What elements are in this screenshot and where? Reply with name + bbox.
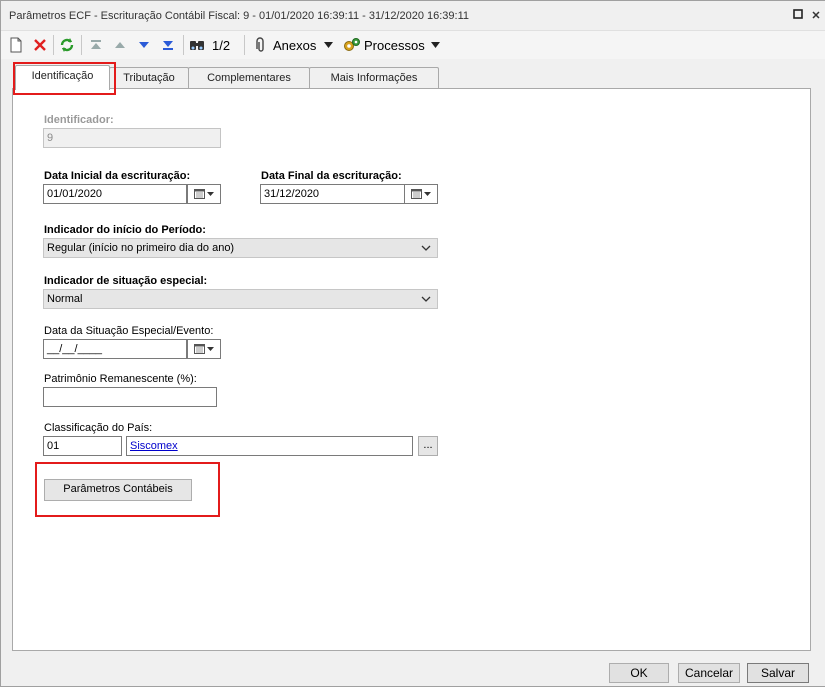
data-situacao-calendar-button[interactable] — [187, 339, 221, 359]
data-inicial-calendar-button[interactable] — [187, 184, 221, 204]
chevron-down-icon — [424, 192, 431, 196]
ok-button[interactable]: OK — [609, 663, 669, 683]
indicador-inicio-select[interactable]: Regular (início no primeiro dia do ano) — [43, 238, 438, 258]
highlight-tab-box — [13, 62, 116, 95]
save-button[interactable]: Salvar — [747, 663, 809, 683]
restore-icon[interactable] — [791, 9, 805, 23]
window-title: Parâmetros ECF - Escrituração Contábil F… — [9, 10, 470, 22]
data-final-field[interactable]: 31/12/2020 — [260, 184, 405, 204]
chevron-down-icon — [421, 245, 431, 251]
toolbar: 1/2 Anexos Processos — [1, 31, 826, 59]
title-bar: Parâmetros ECF - Escrituração Contábil F… — [1, 1, 826, 31]
classificacao-description-field: Siscomex — [126, 436, 413, 456]
tab-label: Tributação — [123, 72, 175, 84]
processes-menu[interactable]: Processos — [364, 35, 425, 55]
tab-label: Mais Informações — [330, 72, 418, 84]
data-inicial-label: Data Inicial da escrituração: — [44, 170, 191, 182]
data-inicial-field[interactable]: 01/01/2020 — [43, 184, 187, 204]
identificador-label: Identificador: — [44, 114, 114, 126]
data-final-label: Data Final da escrituração: — [261, 170, 402, 182]
data-final-calendar-button[interactable] — [404, 184, 438, 204]
classificacao-lookup-button[interactable]: ... — [418, 436, 438, 456]
previous-record-icon[interactable] — [113, 35, 127, 55]
processes-dropdown-icon[interactable] — [431, 35, 440, 55]
first-record-icon[interactable] — [89, 35, 103, 55]
tab-panel-identificacao: Identificador: 9 Data Inicial da escritu… — [12, 88, 811, 651]
attachment-icon[interactable] — [253, 35, 267, 55]
search-icon[interactable] — [189, 35, 205, 55]
data-situacao-field[interactable]: __/__/____ — [43, 339, 187, 359]
patrimonio-label: Patrimônio Remanescente (%): — [44, 373, 197, 385]
last-record-icon[interactable] — [161, 35, 175, 55]
record-counter: 1/2 — [212, 37, 231, 53]
highlight-button-box — [35, 462, 220, 517]
tab-mais-informacoes[interactable]: Mais Informações — [309, 67, 439, 89]
processes-icon[interactable] — [343, 35, 361, 55]
tab-label: Complementares — [207, 72, 291, 84]
indicador-situacao-value: Normal — [47, 293, 83, 305]
next-record-icon[interactable] — [137, 35, 151, 55]
delete-icon[interactable] — [33, 35, 47, 55]
chevron-down-icon — [421, 296, 431, 302]
tab-tributacao[interactable]: Tributação — [109, 67, 189, 89]
indicador-inicio-value: Regular (início no primeiro dia do ano) — [47, 242, 235, 254]
indicador-situacao-select[interactable]: Normal — [43, 289, 438, 309]
siscomex-link[interactable]: Siscomex — [130, 440, 178, 452]
calendar-icon — [411, 189, 422, 199]
indicador-inicio-label: Indicador do início do Período: — [44, 224, 206, 236]
refresh-icon[interactable] — [59, 35, 75, 55]
chevron-down-icon — [207, 192, 214, 196]
tab-complementares[interactable]: Complementares — [188, 67, 310, 89]
classificacao-code-field[interactable]: 01 — [43, 436, 122, 456]
identificador-field: 9 — [43, 128, 221, 148]
new-icon[interactable] — [9, 35, 23, 55]
cancel-button[interactable]: Cancelar — [678, 663, 740, 683]
close-window-icon[interactable]: ✕ — [809, 9, 823, 23]
patrimonio-field[interactable] — [43, 387, 217, 407]
data-situacao-label: Data da Situação Especial/Evento: — [44, 325, 214, 337]
calendar-icon — [194, 189, 205, 199]
calendar-icon — [194, 344, 205, 354]
classificacao-label: Classificação do País: — [44, 422, 153, 434]
indicador-situacao-label: Indicador de situação especial: — [44, 275, 208, 287]
chevron-down-icon — [207, 347, 214, 351]
attachments-dropdown-icon[interactable] — [324, 35, 333, 55]
attachments-menu[interactable]: Anexos — [273, 35, 316, 55]
dialog-window: Parâmetros ECF - Escrituração Contábil F… — [0, 0, 827, 687]
